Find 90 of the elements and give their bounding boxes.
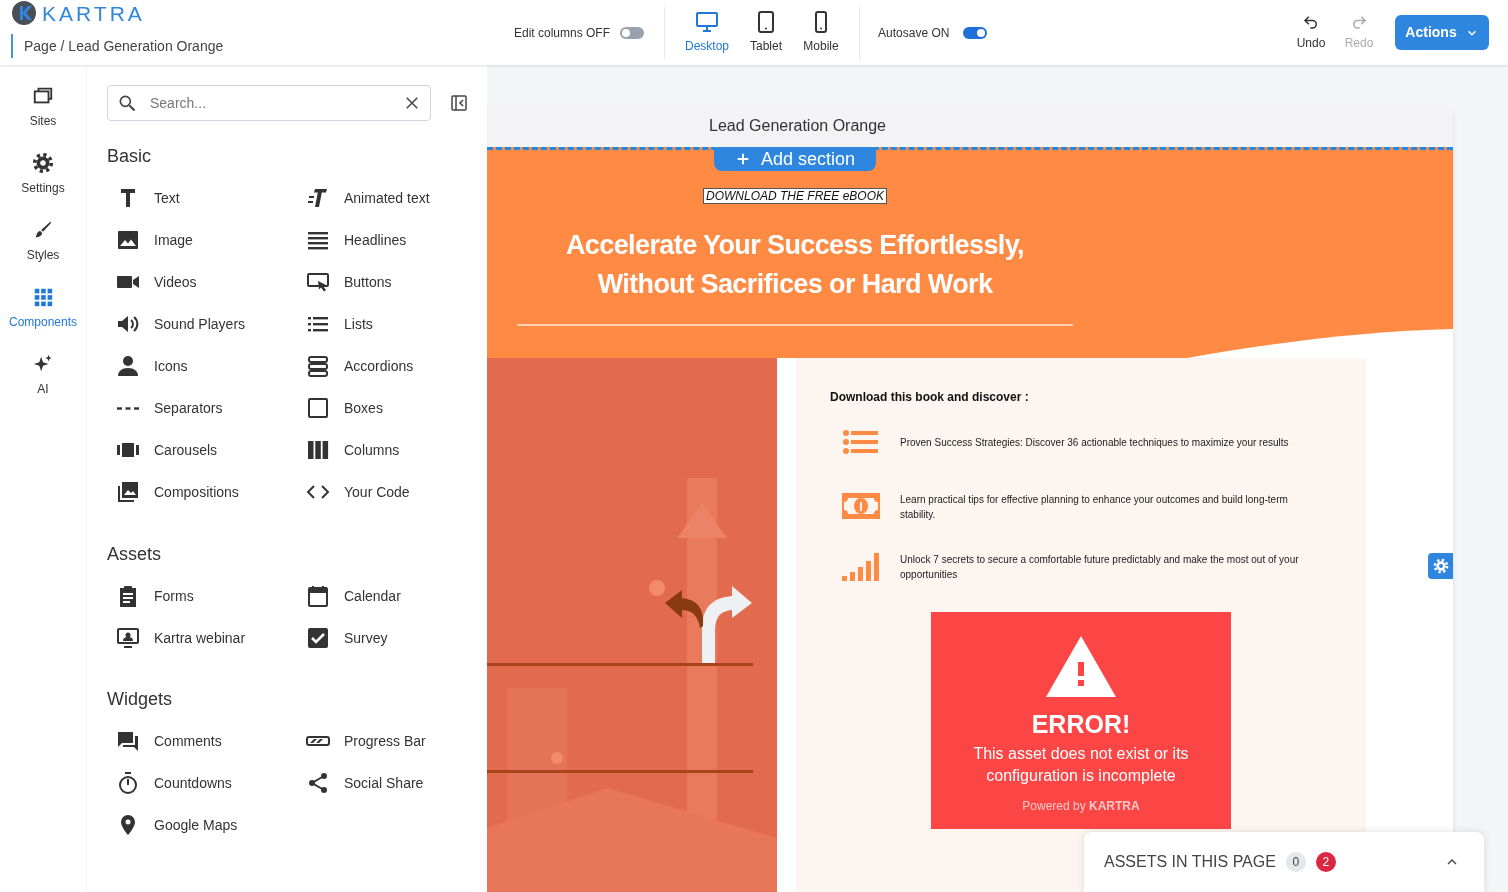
component-item[interactable]: Carousels [107,429,297,471]
component-item[interactable]: Calendar [297,575,487,617]
close-icon [403,94,421,112]
device-tab[interactable]: Mobile [795,6,848,59]
search-icon [117,93,137,113]
calendar-icon [306,584,330,608]
toggle-switch[interactable] [620,26,645,39]
search-field[interactable]: Search... [107,85,431,121]
component-item[interactable]: Forms [107,575,297,617]
logo-text: KARTRA [42,2,145,24]
share-icon [306,771,330,795]
section-heading: Widgets [107,688,174,711]
list-icon [842,428,880,456]
settings-icon [1432,558,1449,574]
warning-icon [1046,636,1116,697]
powered-by-text: Powered by KARTRA [1022,798,1140,815]
desktop-icon [695,10,720,34]
gallery-icon [116,480,140,504]
dashed-line-icon [117,406,139,410]
component-item[interactable]: Your Code [297,471,487,513]
feature-text: Unlock 7 secrets to secure a comfortable future predictably and make the most out of your opportunities [900,553,1300,582]
component-item[interactable]: Survey [297,617,487,659]
component-item[interactable]: Image [107,219,297,261]
sidebar-item[interactable]: AI [0,350,86,417]
toggle-switch[interactable] [963,26,988,39]
component-item[interactable]: Google Maps [107,804,297,846]
component-item[interactable]: Compositions [107,471,297,513]
columns-icon [306,438,330,462]
section-heading: Assets [107,543,163,566]
signal-bars-icon [842,553,880,581]
section-heading: Basic [107,145,152,168]
grid-icon [32,286,54,308]
image-icon [116,228,140,252]
component-item[interactable]: Progress Bar [297,720,487,762]
stacked-bars-icon [306,354,330,378]
headline: Accelerate Your Success Effortlessly, [565,229,1024,262]
undo-icon [1302,13,1320,31]
component-item[interactable]: Sound Players [107,303,297,345]
component-item[interactable]: Text [107,177,297,219]
error-count-badge: 2 [1315,852,1336,872]
component-item[interactable]: Countdowns [107,762,297,804]
monitor-person-icon [116,626,140,650]
count-badge: 0 [1285,852,1306,872]
feature-text: Proven Success Strategies: Discover 36 actionable techniques to maximize your results [900,435,1290,450]
breadcrumb: Page / Lead Generation Orange [24,36,224,56]
checkbox-icon [306,626,330,650]
settings-icon [32,152,54,174]
sidebar-item[interactable]: Settings [0,149,86,216]
actions-button[interactable]: Actions [1395,15,1489,50]
toggle-label: Autosave ON [878,24,950,42]
component-item[interactable]: Headlines [297,219,487,261]
component-item[interactable]: Kartra webinar [107,617,297,659]
headline: Without Sacrifices or Hard Work [597,268,993,301]
component-item[interactable]: Buttons [297,261,487,303]
component-item[interactable]: Separators [107,387,297,429]
device-tab[interactable]: Tablet [737,6,796,59]
add-section-button[interactable]: Add section [714,147,876,171]
sidebar-item[interactable]: Styles [0,216,86,283]
button-cursor-icon [306,270,330,294]
component-item[interactable]: Lists [297,303,487,345]
component-item[interactable]: Icons [107,345,297,387]
settings-button[interactable] [1428,553,1453,579]
person-icon [116,354,140,378]
component-item[interactable]: Animated text [297,177,487,219]
component-item[interactable]: Boxes [297,387,487,429]
component-item[interactable]: Social Share [297,762,487,804]
component-item[interactable]: Accordions [297,345,487,387]
banknote-icon [842,493,880,521]
chat-bubbles-icon [116,729,140,753]
square-icon [306,396,330,420]
collapse-panel-icon[interactable] [451,95,467,111]
page-title: Lead Generation Orange [709,116,886,136]
redo-icon [1350,13,1368,31]
panel-title: ASSETS IN THIS PAGE [1104,852,1276,872]
component-item[interactable]: Comments [107,720,297,762]
stopwatch-icon [116,771,140,795]
italic-text-icon [306,186,330,210]
device-tab[interactable]: Desktop [677,6,738,59]
toggle-label: Edit columns OFF [514,24,611,42]
feature-text: Learn practical tips for effective planning to enhance your outcomes and build long-term stability. [900,493,1289,522]
sidebar-item[interactable]: Components [0,283,86,350]
error-message: This asset does not exist or its configuration is incomplete [972,744,1190,786]
error-title: ERROR! [1031,709,1131,739]
component-item[interactable]: Videos [107,261,297,303]
sidebar-item[interactable]: Sites [0,82,86,149]
section-heading: Download this book and discover : [830,389,1030,406]
logo-icon [12,1,36,25]
eyebrow-label: DOWNLOAD THE FREE eBOOK [703,188,887,204]
undo-button[interactable]: Undo [1289,6,1333,59]
component-item[interactable]: Columns [297,429,487,471]
